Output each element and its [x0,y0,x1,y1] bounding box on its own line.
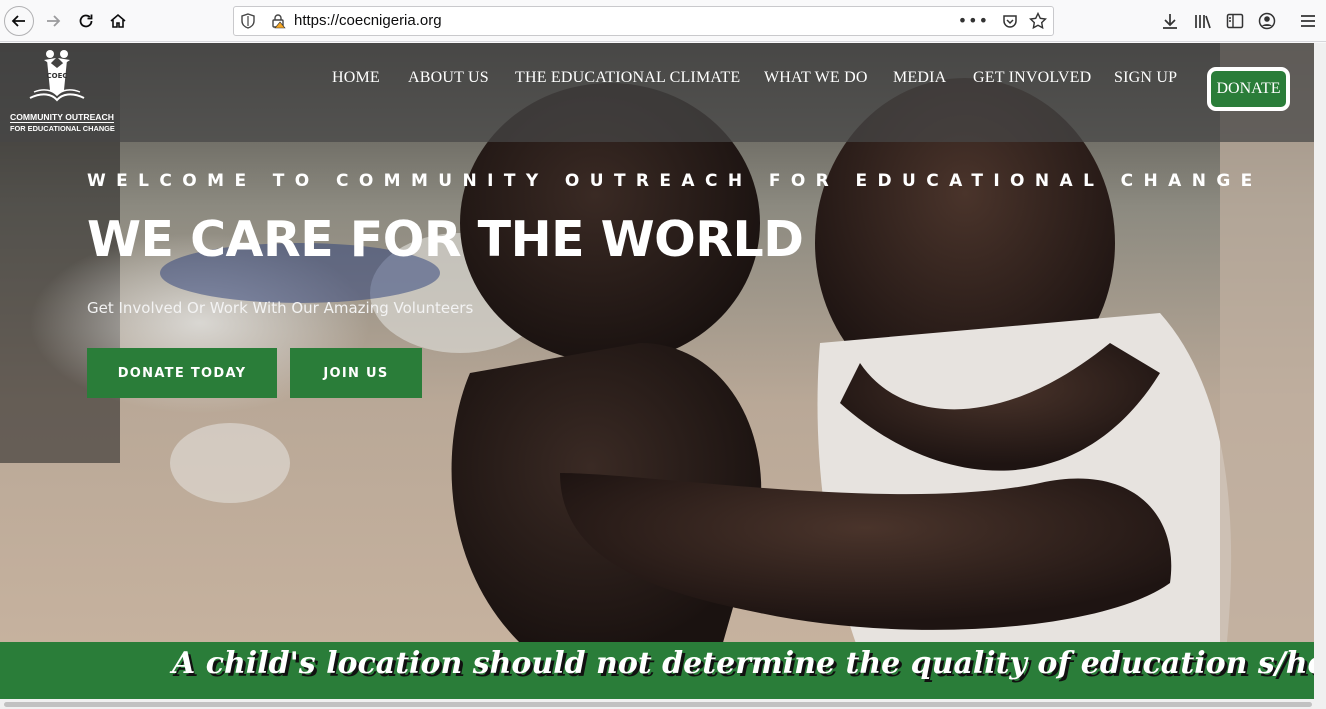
account-icon [1258,12,1276,30]
home-button[interactable] [103,6,133,36]
url-text[interactable]: https://coecnigeria.org [294,12,442,29]
library-button[interactable] [1193,11,1213,31]
nav-donate-button[interactable]: DONATE [1207,67,1290,111]
tracking-shield-icon[interactable] [240,13,256,29]
sidebar-button[interactable] [1225,11,1245,31]
nav-home[interactable]: HOME [332,69,380,87]
pocket-icon[interactable] [1001,13,1019,31]
forward-arrow-icon [47,15,61,27]
web-page: COEC COMMUNITY OUTREACH FOR EDUCATIONAL … [0,43,1314,699]
page-actions-menu-icon[interactable]: ••• [958,11,989,30]
url-bar[interactable]: https://coecnigeria.org ••• [233,6,1054,36]
site-logo[interactable]: COEC COMMUNITY OUTREACH FOR EDUCATIONAL … [8,48,115,138]
hamburger-menu-icon [1301,15,1315,27]
vertical-scrollbar[interactable] [1314,43,1326,699]
hero-subtitle: Get Involved Or Work With Our Amazing Vo… [87,299,474,317]
app-menu-button[interactable] [1298,11,1318,31]
back-button[interactable] [4,6,34,36]
logo-letters: COEC [46,72,67,80]
hero-title: WE CARE FOR THE WORLD [87,211,804,268]
logo-emblem-icon: COEC [29,50,85,102]
donate-today-button[interactable]: DONATE TODAY [87,348,277,398]
join-us-button[interactable]: JOIN US [290,348,422,398]
back-arrow-icon [11,15,25,27]
quote-banner: A child's location should not determine … [0,642,1314,699]
logo-text-line2: FOR EDUCATIONAL CHANGE [10,122,115,133]
nav-get-involved[interactable]: GET INVOLVED [973,69,1091,87]
hero-welcome-text: WELCOME TO COMMUNITY OUTREACH FOR EDUCAT… [87,171,1263,191]
bookmark-star-icon[interactable] [1029,12,1047,30]
home-icon [110,13,126,28]
forward-button[interactable] [38,6,68,36]
logo-text-line1: COMMUNITY OUTREACH [10,112,114,122]
account-button[interactable] [1257,11,1277,31]
downloads-button[interactable] [1160,11,1180,31]
nav-about-us[interactable]: ABOUT US [408,69,489,87]
reload-button[interactable] [71,6,101,36]
nav-media[interactable]: MEDIA [893,69,946,87]
insecure-lock-icon[interactable] [270,13,286,29]
download-icon [1163,14,1177,29]
sidebar-icon [1226,13,1244,29]
reload-icon [79,14,93,28]
nav-educational-climate[interactable]: THE EDUCATIONAL CLIMATE [515,69,740,87]
horizontal-scroll-thumb[interactable] [4,702,1312,707]
nav-sign-up[interactable]: SIGN UP [1114,69,1177,87]
library-icon [1195,15,1211,29]
browser-toolbar: https://coecnigeria.org ••• [0,0,1326,42]
banner-quote-text: A child's location should not determine … [172,646,1314,681]
nav-what-we-do[interactable]: WHAT WE DO [764,69,868,87]
site-header: COEC COMMUNITY OUTREACH FOR EDUCATIONAL … [0,43,1314,142]
